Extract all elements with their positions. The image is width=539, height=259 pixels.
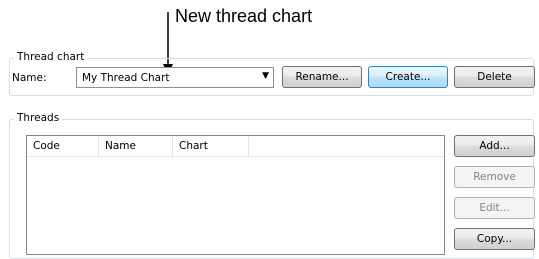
annotation-text: New thread chart xyxy=(175,6,313,26)
copy-button[interactable]: Copy... xyxy=(454,228,535,250)
name-label: Name: xyxy=(12,72,47,84)
create-button[interactable]: Create... xyxy=(368,66,448,88)
add-button[interactable]: Add... xyxy=(454,135,535,157)
thread-chart-group-title: Thread chart xyxy=(14,51,88,63)
column-header-name[interactable]: Name xyxy=(99,136,173,156)
threads-list-header: Code Name Chart xyxy=(27,136,444,157)
column-header-chart[interactable]: Chart xyxy=(173,136,249,156)
chevron-down-icon: ▼ xyxy=(262,71,269,81)
threads-list[interactable]: Code Name Chart xyxy=(26,135,445,255)
thread-chart-name-value: My Thread Chart xyxy=(82,72,170,84)
rename-button[interactable]: Rename... xyxy=(282,66,362,88)
threads-group-title: Threads xyxy=(14,112,63,124)
thread-chart-name-select[interactable]: My Thread Chart ▼ xyxy=(76,67,274,88)
edit-button[interactable]: Edit... xyxy=(454,197,535,219)
remove-button[interactable]: Remove xyxy=(454,166,535,188)
delete-button[interactable]: Delete xyxy=(454,66,535,88)
column-header-code[interactable]: Code xyxy=(27,136,99,156)
